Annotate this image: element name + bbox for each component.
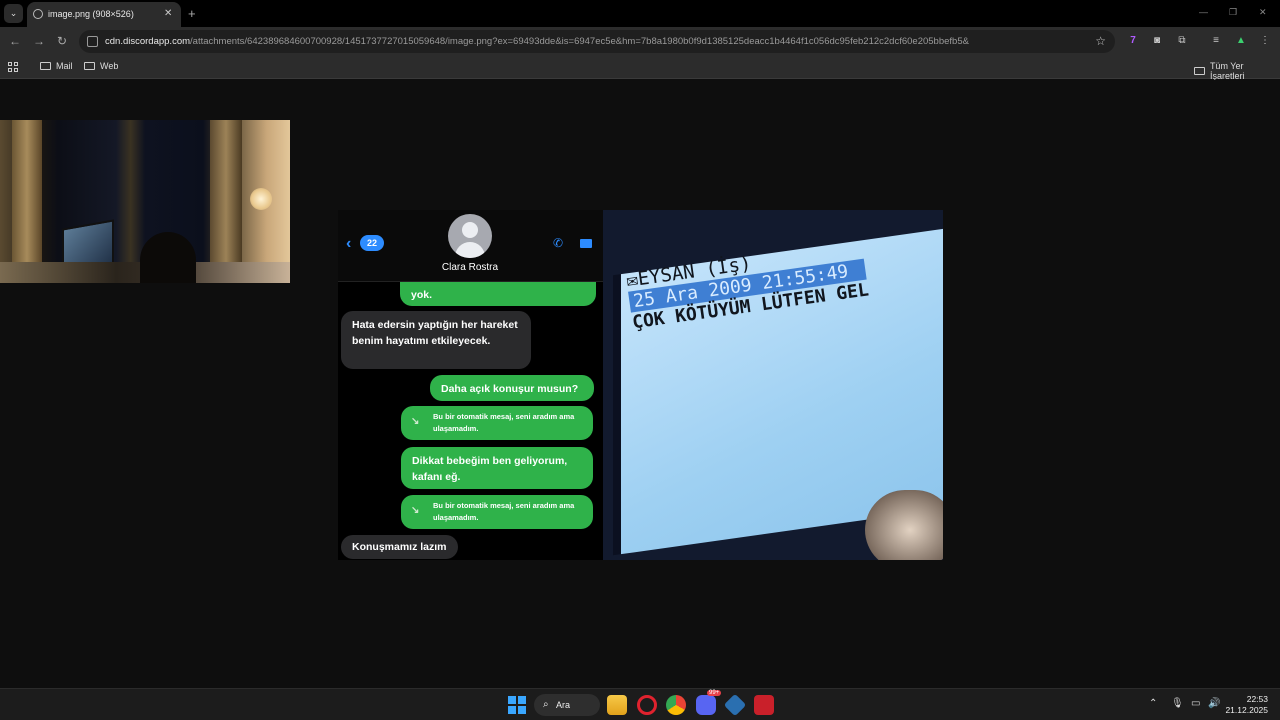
file-explorer-icon[interactable] — [607, 695, 627, 715]
url-text[interactable]: cdn.discordapp.com/attachments/642389684… — [105, 36, 969, 47]
volume-icon[interactable]: 🔊 — [1208, 698, 1220, 709]
tab-title: image.png (908×526) — [48, 9, 134, 19]
discord-badge: 99+ — [707, 690, 722, 696]
unread-badge: 22 — [360, 235, 384, 251]
opera-icon[interactable] — [637, 695, 657, 715]
search-icon: ⌕ — [543, 699, 549, 710]
missed-call-icon: ↘ — [411, 505, 420, 516]
bookmark-mail[interactable]: Mail — [40, 61, 73, 71]
apps-grid-icon[interactable] — [8, 62, 18, 72]
reload-icon[interactable]: ↻ — [57, 34, 67, 48]
back-icon[interactable]: ← — [9, 34, 21, 48]
microphone-icon[interactable]: 🎙 — [1171, 698, 1184, 709]
auto-message-bubble: ↘ Bu bir otomatik mesaj, seni aradım ama… — [401, 406, 593, 440]
all-bookmarks[interactable]: Tüm Yer İşaretleri — [1194, 61, 1280, 81]
taskbar-search[interactable]: ⌕ Ara — [534, 694, 600, 716]
site-info-icon[interactable] — [87, 36, 98, 47]
contact-name: Clara Rostra — [441, 262, 499, 273]
start-button[interactable] — [508, 696, 526, 714]
app-icon[interactable] — [723, 693, 747, 717]
extension-icon[interactable]: 7 — [1127, 35, 1139, 47]
media-controls-icon[interactable]: ≡ — [1210, 35, 1222, 47]
chat-screenshot: ‹ 22 Clara Rostra ✆ yok. Hata edersin ya… — [338, 210, 603, 560]
chrome-icon[interactable] — [666, 695, 686, 715]
screenshot-extension-icon[interactable]: ◙ — [1151, 35, 1163, 47]
folder-icon — [84, 62, 95, 70]
bookmarks-bar: Mail Web Tüm Yer İşaretleri — [0, 56, 1280, 81]
chat-header: ‹ 22 Clara Rostra ✆ — [338, 210, 603, 282]
video-icon — [580, 239, 592, 248]
active-tab[interactable]: image.png (908×526) ✕ — [27, 2, 181, 27]
bookmark-web[interactable]: Web — [84, 61, 118, 71]
window-close-icon[interactable]: ✕ — [1259, 7, 1267, 18]
page-viewport: ‹ 22 Clara Rostra ✆ yok. Hata edersin ya… — [0, 80, 1280, 688]
tab-search-button[interactable]: ⌄ — [4, 4, 23, 23]
restore-icon[interactable]: ❐ — [1229, 7, 1237, 18]
extensions-puzzle-icon[interactable]: ⧉ — [1176, 35, 1188, 47]
message-bubble: Daha açık konuşur musun? — [430, 375, 594, 401]
bookmark-star-icon[interactable]: ☆ — [1095, 34, 1106, 48]
message-bubble: Konuşmamız lazım — [341, 535, 458, 559]
phone-icon: ✆ — [553, 236, 564, 250]
profile-icon[interactable]: ▲ — [1235, 35, 1247, 47]
new-tab-button[interactable]: + — [188, 6, 196, 21]
avatar — [448, 214, 492, 258]
webcam-overlay — [0, 120, 290, 283]
close-tab-icon[interactable]: ✕ — [164, 8, 172, 19]
auto-message-bubble: ↘ Bu bir otomatik mesaj, seni aradım ama… — [401, 495, 593, 529]
globe-icon — [33, 9, 43, 19]
clock[interactable]: 22:53 21.12.2025 — [1225, 694, 1268, 716]
voicemeeter-icon[interactable] — [754, 695, 774, 715]
menu-icon[interactable]: ⋮ — [1259, 35, 1271, 47]
minimize-icon[interactable]: — — [1199, 7, 1208, 17]
show-hidden-icons[interactable]: ⌃ — [1149, 698, 1157, 709]
missed-call-icon: ↘ — [411, 416, 420, 427]
message-bubble: Dikkat bebeğim ben geliyorum, kafanı eğ. — [401, 447, 593, 489]
browser-toolbar: ← → ↻ cdn.discordapp.com/attachments/642… — [0, 27, 1280, 56]
network-icon[interactable]: ▭ — [1191, 698, 1200, 709]
tab-strip: ⌄ image.png (908×526) ✕ + — ❐ ✕ — [0, 0, 1280, 27]
back-chevron-icon: ‹ — [346, 235, 352, 252]
phone-photo: ✉EYSAN (İş) 25 Ara 2009 21:55:49 ÇOK KÖT… — [603, 210, 943, 560]
folder-icon — [40, 62, 51, 70]
message-bubble: Hata edersin yaptığın her hareket benim … — [341, 311, 531, 369]
discord-icon[interactable]: 99+ — [696, 690, 722, 715]
message-bubble: yok. — [400, 282, 596, 306]
taskbar: ⌕ Ara 99+ ⌃ 🎙 ▭ 🔊 22:53 21.12.2025 — [0, 688, 1280, 720]
forward-icon[interactable]: → — [33, 34, 45, 48]
folder-icon — [1194, 67, 1205, 75]
address-bar[interactable]: cdn.discordapp.com/attachments/642389684… — [79, 30, 1115, 53]
